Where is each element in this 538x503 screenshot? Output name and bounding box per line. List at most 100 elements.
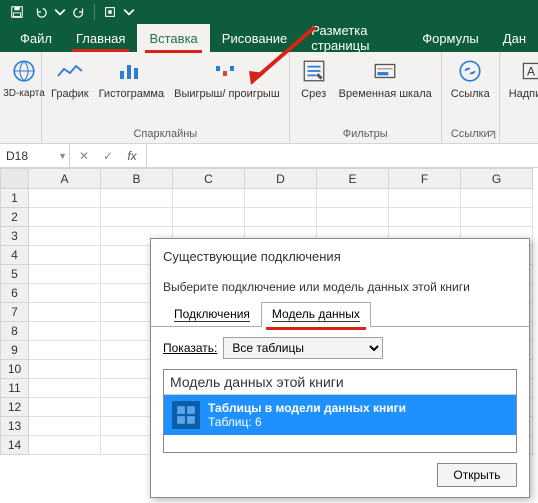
redo-icon[interactable] — [68, 2, 90, 22]
tab-formulas[interactable]: Формулы — [410, 24, 491, 52]
cell[interactable] — [29, 303, 101, 322]
row-header[interactable]: 13 — [1, 417, 29, 436]
slicer-button[interactable]: Срез — [294, 54, 334, 126]
touch-mode-icon[interactable] — [99, 2, 121, 22]
svg-text:A: A — [527, 64, 535, 78]
row-header[interactable]: 9 — [1, 341, 29, 360]
dialog-footer: Открыть — [151, 453, 529, 497]
row-header[interactable]: 6 — [1, 284, 29, 303]
tab-connections[interactable]: Подключения — [163, 302, 261, 327]
textbox-button[interactable]: A Надпись — [504, 54, 538, 126]
sparkline-winloss-button[interactable]: Выигрыш/ проигрыш — [169, 54, 285, 126]
list-group-header: Модель данных этой книги — [164, 370, 516, 395]
ribbon: 3D-карта График Гистограмма — [0, 52, 538, 144]
cell[interactable] — [389, 208, 461, 227]
row-header[interactable]: 3 — [1, 227, 29, 246]
row-header[interactable]: 5 — [1, 265, 29, 284]
cell[interactable] — [29, 284, 101, 303]
sparkline-winloss-label: Выигрыш/ проигрыш — [174, 88, 280, 100]
undo-icon[interactable] — [30, 2, 52, 22]
enter-formula-icon[interactable]: ✓ — [98, 146, 118, 166]
tab-home[interactable]: Главная — [64, 24, 137, 52]
cell[interactable] — [29, 417, 101, 436]
cell[interactable] — [461, 189, 533, 208]
open-button[interactable]: Открыть — [437, 463, 517, 487]
cell[interactable] — [29, 398, 101, 417]
cell[interactable] — [29, 246, 101, 265]
tab-insert-label: Вставка — [149, 31, 197, 46]
ribbon-tabs: Файл Главная Вставка Рисование Разметка … — [0, 24, 538, 52]
row-header[interactable]: 14 — [1, 436, 29, 455]
cell[interactable] — [317, 208, 389, 227]
row-header[interactable]: 4 — [1, 246, 29, 265]
group-launcher-icon[interactable] — [485, 129, 497, 141]
data-model-icon — [172, 401, 200, 429]
col-header[interactable]: G — [461, 169, 533, 189]
row-header[interactable]: 7 — [1, 303, 29, 322]
cell[interactable] — [173, 208, 245, 227]
show-label: Показать: — [163, 341, 217, 355]
undo-dropdown-icon[interactable] — [54, 2, 66, 22]
formula-input[interactable] — [147, 144, 538, 167]
connections-list: Модель данных этой книги Таблицы в модел… — [163, 369, 517, 453]
tab-page-layout[interactable]: Разметка страницы — [299, 24, 410, 52]
row-header[interactable]: 2 — [1, 208, 29, 227]
cell[interactable] — [29, 360, 101, 379]
timeline-button[interactable]: Временная шкала — [334, 54, 437, 126]
row-header[interactable]: 11 — [1, 379, 29, 398]
cell[interactable] — [29, 208, 101, 227]
col-header[interactable]: F — [389, 169, 461, 189]
col-header[interactable]: A — [29, 169, 101, 189]
3d-map-button[interactable]: 3D-карта — [4, 54, 44, 138]
cell[interactable] — [317, 189, 389, 208]
chevron-down-icon[interactable]: ▼ — [58, 151, 67, 161]
cell[interactable] — [29, 341, 101, 360]
cell[interactable] — [29, 227, 101, 246]
cell[interactable] — [29, 189, 101, 208]
col-header[interactable]: C — [173, 169, 245, 189]
tab-draw[interactable]: Рисование — [210, 24, 299, 52]
col-header[interactable]: B — [101, 169, 173, 189]
col-header[interactable]: D — [245, 169, 317, 189]
sparkline-column-button[interactable]: Гистограмма — [94, 54, 170, 126]
select-all-corner[interactable] — [1, 169, 29, 189]
customize-qat-icon[interactable] — [123, 2, 135, 22]
cell[interactable] — [245, 208, 317, 227]
row-header[interactable]: 1 — [1, 189, 29, 208]
cell[interactable] — [389, 189, 461, 208]
row-header[interactable]: 8 — [1, 322, 29, 341]
cell[interactable] — [29, 379, 101, 398]
cell[interactable] — [101, 189, 173, 208]
cancel-formula-icon[interactable]: ✕ — [74, 146, 94, 166]
save-icon[interactable] — [6, 2, 28, 22]
existing-connections-dialog: Существующие подключения Выберите подклю… — [150, 238, 530, 498]
cell[interactable] — [245, 189, 317, 208]
ribbon-group-text: A Надпись Колонтитулы Текст — [500, 52, 538, 143]
tab-data-model[interactable]: Модель данных — [261, 302, 371, 327]
list-item[interactable]: Таблицы в модели данных книги Таблиц: 6 — [164, 395, 516, 435]
row-header[interactable]: 10 — [1, 360, 29, 379]
row-header[interactable]: 12 — [1, 398, 29, 417]
cell[interactable] — [29, 322, 101, 341]
dialog-tabs: Подключения Модель данных — [151, 302, 529, 327]
tab-data[interactable]: Дан — [491, 24, 538, 52]
show-select[interactable]: Все таблицы — [223, 337, 383, 359]
cell[interactable] — [29, 265, 101, 284]
cell[interactable] — [461, 208, 533, 227]
group-label: Спарклайны — [46, 126, 285, 143]
cell[interactable] — [173, 189, 245, 208]
cell[interactable] — [101, 208, 173, 227]
sparkline-winloss-icon — [212, 56, 242, 86]
3d-map-label: 3D-карта — [3, 88, 45, 99]
group-label — [4, 138, 37, 143]
link-button[interactable]: Ссылка — [446, 54, 495, 126]
sparkline-line-button[interactable]: График — [46, 54, 94, 126]
timeline-label: Временная шкала — [339, 88, 432, 100]
fx-icon[interactable]: fx — [122, 146, 142, 166]
col-header[interactable]: E — [317, 169, 389, 189]
tab-insert[interactable]: Вставка — [137, 24, 209, 52]
tab-file[interactable]: Файл — [8, 24, 64, 52]
show-filter-row: Показать: Все таблицы — [151, 327, 529, 369]
name-box[interactable]: D18 ▼ — [0, 144, 70, 167]
cell[interactable] — [29, 436, 101, 455]
